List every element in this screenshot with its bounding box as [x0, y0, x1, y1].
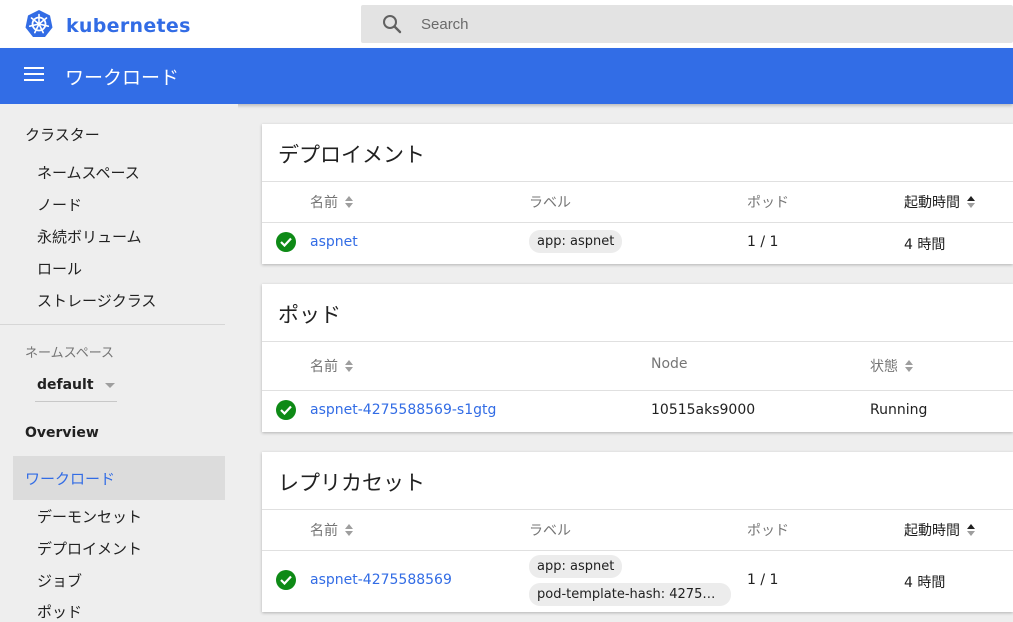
nav-cluster[interactable]: クラスター [25, 124, 100, 145]
card-divider [262, 341, 1013, 342]
age-value: 4 時間 [904, 237, 946, 253]
label-chip: app: aspnet [529, 555, 623, 578]
brand-name: kubernetes [66, 15, 191, 37]
replicasets-card: レプリカセット 名前 ラベル ポッド 起動時間 aspnet-427558856… [262, 452, 1013, 612]
nav-namespaces[interactable]: ネームスペース [37, 162, 140, 183]
kubernetes-logo-icon [24, 9, 54, 43]
nav-persistent-volumes[interactable]: 永続ボリューム [37, 226, 142, 247]
col-pods-label: ポッド [747, 523, 789, 539]
label-chip: pod-template-hash: 427558… [529, 583, 731, 606]
col-node-header: Node [651, 356, 688, 372]
sort-icon [905, 359, 914, 373]
deployments-title: デプロイメント [278, 143, 425, 167]
pods-card: ポッド 名前 Node 状態 aspnet-4275588569-s1gtg 1… [262, 284, 1013, 432]
pods-count: 1 / 1 [747, 572, 779, 588]
col-labels-label: ラベル [529, 523, 571, 539]
top-bar: kubernetes [0, 0, 1013, 48]
nav-storage-classes[interactable]: ストレージクラス [37, 290, 156, 311]
pod-name-link[interactable]: aspnet-4275588569-s1gtg [310, 402, 496, 418]
search-input[interactable] [421, 5, 1001, 43]
col-name-label: 名前 [310, 195, 338, 211]
nav-pods[interactable]: ポッド [37, 601, 82, 622]
col-pods-header: ポッド [747, 192, 789, 212]
sort-icon [967, 195, 976, 209]
app-bar: ワークロード [0, 48, 1013, 104]
col-name-header[interactable]: 名前 [310, 520, 354, 540]
menu-icon[interactable] [24, 67, 46, 85]
search-box[interactable] [361, 5, 1013, 43]
col-age-header[interactable]: 起動時間 [904, 520, 976, 540]
nav-daemon-sets[interactable]: デーモンセット [37, 506, 142, 527]
label-chip: app: aspnet [529, 230, 623, 253]
col-status-label: 状態 [870, 359, 898, 375]
nav-workloads[interactable]: ワークロード [13, 456, 225, 500]
brand[interactable]: kubernetes [24, 9, 191, 43]
namespace-value: default [37, 377, 94, 393]
namespace-label: ネームスペース [25, 346, 115, 361]
replicaset-name-link[interactable]: aspnet-4275588569 [310, 572, 452, 588]
page-title: ワークロード [65, 67, 180, 89]
sort-icon [345, 195, 354, 209]
nav-jobs[interactable]: ジョブ [37, 570, 82, 591]
col-pods-header: ポッド [747, 520, 789, 540]
status-ok-icon [276, 400, 296, 420]
deployments-card: デプロイメント 名前 ラベル ポッド 起動時間 aspnet app: aspn… [262, 124, 1013, 264]
search-icon [381, 13, 403, 39]
sort-icon [345, 359, 354, 373]
nav-overview[interactable]: Overview [25, 425, 99, 441]
col-name-header[interactable]: 名前 [310, 356, 354, 376]
status-ok-icon [276, 232, 296, 252]
status-value: Running [870, 402, 928, 418]
col-name-label: 名前 [310, 359, 338, 375]
nav-nodes[interactable]: ノード [37, 194, 82, 215]
replicasets-title: レプリカセット [278, 471, 425, 495]
col-status-header[interactable]: 状態 [870, 356, 914, 376]
card-divider [262, 509, 1013, 510]
age-value: 4 時間 [904, 575, 946, 591]
card-divider [262, 550, 1013, 551]
card-divider [262, 222, 1013, 223]
sidebar: クラスター ネームスペース ノード 永続ボリューム ロール ストレージクラス ネ… [0, 104, 238, 622]
status-ok-icon [276, 570, 296, 590]
dropdown-caret-icon [105, 383, 115, 388]
col-name-header[interactable]: 名前 [310, 192, 354, 212]
deployment-name-link[interactable]: aspnet [310, 234, 358, 250]
col-age-header[interactable]: 起動時間 [904, 192, 976, 212]
nav-deployments[interactable]: デプロイメント [37, 538, 142, 559]
pods-title: ポッド [278, 303, 341, 327]
col-age-label: 起動時間 [904, 523, 960, 539]
col-labels-label: ラベル [529, 195, 571, 211]
nav-workloads-label: ワークロード [25, 470, 116, 488]
node-value: 10515aks9000 [651, 402, 756, 418]
col-labels-header: ラベル [529, 520, 571, 540]
sort-icon [345, 523, 354, 537]
card-divider [262, 390, 1013, 391]
nav-roles[interactable]: ロール [37, 258, 82, 279]
sort-icon [967, 523, 976, 537]
namespace-select[interactable]: default [35, 374, 117, 402]
col-labels-header: ラベル [529, 192, 571, 212]
col-name-label: 名前 [310, 523, 338, 539]
col-age-label: 起動時間 [904, 195, 960, 211]
col-node-label: Node [651, 356, 688, 372]
card-divider [262, 181, 1013, 182]
col-pods-label: ポッド [747, 195, 789, 211]
sidebar-divider [0, 324, 225, 325]
pods-count: 1 / 1 [747, 234, 779, 250]
